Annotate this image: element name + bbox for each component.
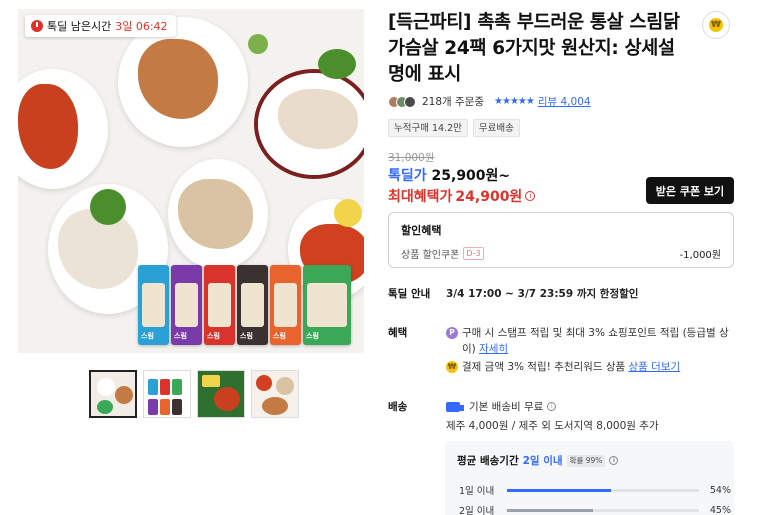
product-pack: 스림 bbox=[270, 265, 301, 345]
delivery-bar-percent: 45% bbox=[709, 504, 731, 515]
avg-delivery-value: 2일 이내 bbox=[522, 455, 563, 467]
coin-icon: ₩ bbox=[709, 18, 723, 32]
thumbnail-1[interactable] bbox=[89, 370, 137, 418]
delivery-bar-label: 2일 이내 bbox=[459, 506, 495, 515]
benefit-line1: 구매 시 스탬프 적립 및 최대 3% 쇼핑포인트 적립 (등급별 상이) 자세… bbox=[462, 327, 729, 355]
tag-cumulative-purchase: 누적구매 14.2만 bbox=[388, 119, 468, 137]
delivery-bar-row: 1일 이내 54% bbox=[459, 483, 731, 498]
lemon-image bbox=[334, 199, 362, 227]
coupon-row: 상품 할인쿠폰 D-3 bbox=[401, 246, 484, 261]
discount-box: 할인혜택 상품 할인쿠폰 D-3 -1,000원 bbox=[388, 212, 734, 268]
deal-info-key: 톡딜 안내 bbox=[388, 288, 431, 300]
timer-value: 3일 06:42 bbox=[115, 20, 168, 33]
thumbnail-3[interactable] bbox=[197, 370, 245, 418]
review-link[interactable]: 리뷰 4,004 bbox=[538, 94, 591, 109]
info-icon[interactable]: i bbox=[609, 456, 619, 465]
info-icon[interactable]: i bbox=[547, 402, 557, 411]
product-pack: 스림 bbox=[204, 265, 235, 345]
sprout-image bbox=[248, 34, 268, 54]
deal-price: 톡딜가 25,900원~ bbox=[388, 165, 510, 185]
benefit-line2: 결제 금액 3% 적립! 추천리워드 상품 상품 더보기 bbox=[462, 361, 681, 373]
reward-coin-icon: ₩ bbox=[446, 361, 458, 373]
delivery-estimate-box: 평균 배송기간 2일 이내 확률 99% i 1일 이내 54% 2일 이내 4… bbox=[445, 441, 734, 515]
star-rating-icon: ★★★★★ bbox=[494, 96, 535, 107]
product-tags: 누적구매 14.2만 무료배송 bbox=[388, 119, 520, 137]
shipping-fee: 기본 배송비 무료 bbox=[469, 401, 544, 413]
delivery-bar-percent: 54% bbox=[709, 484, 731, 496]
shipping-key: 배송 bbox=[388, 401, 408, 413]
coupon-amount: -1,000원 bbox=[679, 250, 721, 261]
reward-button[interactable]: ₩ bbox=[702, 11, 730, 39]
point-icon: P bbox=[446, 327, 458, 339]
delivery-bar-fill bbox=[507, 488, 611, 492]
probability-badge: 확률 99% bbox=[566, 454, 606, 467]
deal-timer-badge: 톡딜 남은시간 3일 06:42 bbox=[25, 15, 176, 37]
shipping-extra: 제주 4,000원 / 제주 외 도서지역 8,000원 추가 bbox=[446, 420, 659, 432]
avg-delivery-header: 평균 배송기간 2일 이내 확률 99% i bbox=[457, 453, 619, 468]
delivery-bar-track bbox=[507, 488, 699, 492]
delivery-bar-row: 2일 이내 45% bbox=[459, 503, 731, 515]
clock-icon bbox=[31, 20, 43, 32]
delivery-bar-label: 1일 이내 bbox=[459, 486, 495, 497]
order-count: 218개 주문중 bbox=[422, 96, 485, 108]
rating-row: 218개 주문중 ★★★★★ 리뷰 4,004 bbox=[388, 94, 591, 109]
herb-image bbox=[318, 49, 356, 79]
benefit-line-reward: ₩ 결제 금액 3% 적립! 추천리워드 상품 상품 더보기 bbox=[446, 359, 736, 375]
thumbnail-strip bbox=[89, 370, 299, 418]
product-title: [득근파티] 촉촉 부드러운 통살 스림닭가슴살 24팩 6가지맛 원산지: 상… bbox=[388, 12, 680, 85]
max-price-label: 최대혜택가 bbox=[388, 189, 453, 205]
deal-price-label: 톡딜가 bbox=[388, 168, 427, 184]
max-price-value: 24,900원 bbox=[455, 189, 523, 205]
product-pack: 스림 bbox=[138, 265, 169, 345]
original-price: 31,000원 bbox=[388, 152, 435, 164]
product-pack: 스림 bbox=[171, 265, 202, 345]
benefit-line-stamp: P 구매 시 스탬프 적립 및 최대 3% 쇼핑포인트 적립 (등급별 상이) … bbox=[446, 325, 736, 357]
benefit-values: P 구매 시 스탬프 적립 및 최대 3% 쇼핑포인트 적립 (등급별 상이) … bbox=[446, 325, 736, 375]
product-main-image[interactable]: 스림 스림 스림 스림 스림 스림 bbox=[18, 9, 364, 353]
info-icon[interactable]: i bbox=[525, 191, 536, 201]
product-pack: 스림 bbox=[303, 265, 351, 345]
broccoli-image bbox=[90, 189, 126, 225]
thumbnail-4[interactable] bbox=[251, 370, 299, 418]
max-benefit-price: 최대혜택가 24,900원 i bbox=[388, 186, 536, 206]
buyer-avatars bbox=[388, 95, 416, 108]
details-link[interactable]: 자세히 bbox=[479, 343, 508, 355]
timer-label: 톡딜 남은시간 bbox=[47, 20, 112, 33]
avg-delivery-label: 평균 배송기간 bbox=[457, 455, 519, 467]
benefit-key: 혜택 bbox=[388, 327, 408, 339]
thumbnail-2[interactable] bbox=[143, 370, 191, 418]
shipping-fee-line: 기본 배송비 무료 i bbox=[446, 399, 736, 415]
deal-price-value: 25,900원~ bbox=[431, 168, 511, 184]
deal-info-value: 3/4 17:00 ~ 3/7 23:59 까지 한정할인 bbox=[446, 288, 639, 300]
product-pack: 스림 bbox=[237, 265, 268, 345]
discount-header: 할인혜택 bbox=[401, 224, 442, 237]
more-products-link[interactable]: 상품 더보기 bbox=[628, 361, 680, 373]
delivery-bar-fill bbox=[507, 508, 594, 512]
delivery-bar-track bbox=[507, 508, 699, 512]
dday-badge: D-3 bbox=[463, 247, 484, 260]
coupon-label: 상품 할인쿠폰 bbox=[401, 250, 460, 261]
shipping-values: 기본 배송비 무료 i 제주 4,000원 / 제주 외 도서지역 8,000원… bbox=[446, 399, 736, 434]
tag-free-shipping: 무료배송 bbox=[472, 119, 520, 137]
view-coupons-button[interactable]: 받은 쿠폰 보기 bbox=[646, 177, 734, 204]
truck-icon bbox=[446, 402, 464, 412]
